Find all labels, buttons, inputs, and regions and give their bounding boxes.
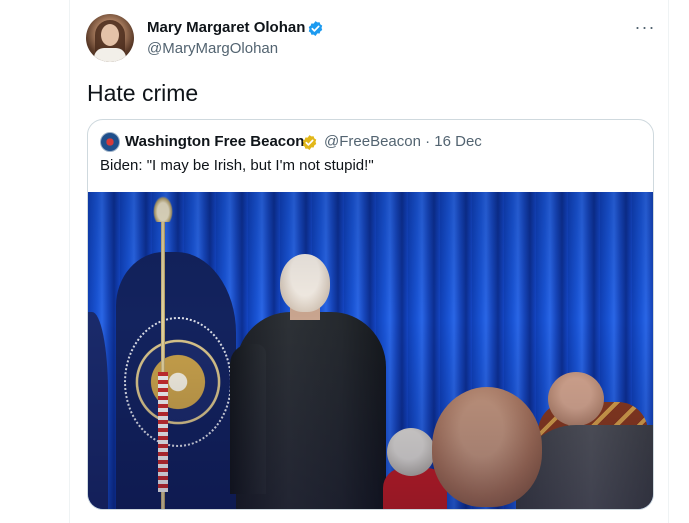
media-shade [88, 192, 653, 509]
author-display-name[interactable]: Mary Margaret Olohan [147, 18, 305, 38]
quoted-author-avatar[interactable] [100, 132, 120, 152]
quoted-tweet[interactable]: Washington Free Beacon @FreeBeacon · 16 … [87, 119, 654, 510]
verified-badge-icon [308, 21, 323, 36]
tweet-text: Hate crime [87, 80, 199, 106]
author-handle[interactable]: @MaryMargOlohan [147, 39, 278, 59]
quoted-tweet-text: Biden: "I may be Irish, but I'm not stup… [100, 157, 374, 174]
more-options-button[interactable]: ··· [630, 16, 660, 40]
author-avatar[interactable] [86, 14, 134, 62]
avatar-body [94, 48, 126, 62]
quoted-handle-and-date: @FreeBeacon · 16 Dec [324, 133, 482, 150]
tweet: Mary Margaret Olohan @MaryMargOlohan ···… [69, 0, 669, 523]
quoted-author-name[interactable]: Washington Free Beacon [125, 132, 304, 152]
verified-gold-badge-icon [302, 135, 317, 150]
avatar-face [101, 24, 119, 46]
video-thumbnail[interactable] [88, 192, 653, 509]
